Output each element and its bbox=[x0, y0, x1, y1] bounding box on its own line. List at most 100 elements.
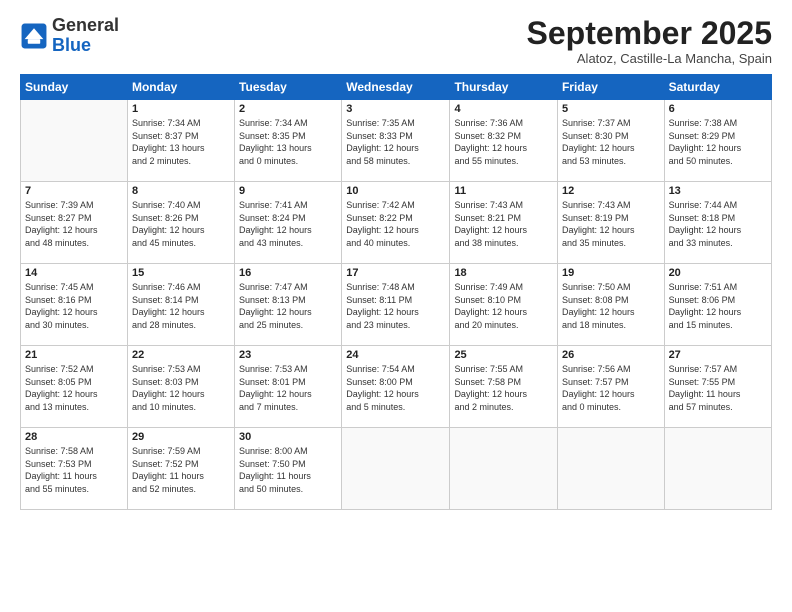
day-info: Sunrise: 7:53 AM Sunset: 8:03 PM Dayligh… bbox=[132, 363, 230, 413]
calendar-cell: 22 Sunrise: 7:53 AM Sunset: 8:03 PM Dayli… bbox=[127, 346, 234, 428]
day-number: 14 bbox=[25, 267, 123, 279]
day-info: Sunrise: 7:59 AM Sunset: 7:52 PM Dayligh… bbox=[132, 445, 230, 495]
calendar-cell: 27 Sunrise: 7:57 AM Sunset: 7:55 PM Dayli… bbox=[664, 346, 771, 428]
day-info: Sunrise: 7:46 AM Sunset: 8:14 PM Dayligh… bbox=[132, 281, 230, 331]
day-number: 4 bbox=[454, 103, 553, 115]
day-number: 30 bbox=[239, 431, 337, 443]
calendar-cell: 7 Sunrise: 7:39 AM Sunset: 8:27 PM Daylig… bbox=[21, 182, 128, 264]
day-number: 20 bbox=[669, 267, 767, 279]
day-info: Sunrise: 7:43 AM Sunset: 8:21 PM Dayligh… bbox=[454, 199, 553, 249]
day-number: 21 bbox=[25, 349, 123, 361]
day-number: 29 bbox=[132, 431, 230, 443]
day-number: 17 bbox=[346, 267, 445, 279]
day-info: Sunrise: 7:38 AM Sunset: 8:29 PM Dayligh… bbox=[669, 117, 767, 167]
calendar-cell: 19Sunrise: 7:50 AM Sunset: 8:08 PM Dayli… bbox=[557, 264, 664, 346]
day-number: 3 bbox=[346, 103, 445, 115]
day-number: 19 bbox=[562, 267, 660, 279]
day-info: Sunrise: 7:51 AM Sunset: 8:06 PM Dayligh… bbox=[669, 281, 767, 331]
calendar-cell: 8 Sunrise: 7:40 AM Sunset: 8:26 PM Daylig… bbox=[127, 182, 234, 264]
calendar-cell: 30 Sunrise: 8:00 AM Sunset: 7:50 PM Dayli… bbox=[235, 428, 342, 510]
calendar-week-row: 28 Sunrise: 7:58 AM Sunset: 7:53 PM Dayli… bbox=[21, 428, 772, 510]
calendar-cell: 11 Sunrise: 7:43 AM Sunset: 8:21 PM Dayli… bbox=[450, 182, 558, 264]
location: Alatoz, Castille-La Mancha, Spain bbox=[527, 51, 772, 66]
day-number: 10 bbox=[346, 185, 445, 197]
day-header: Wednesday bbox=[342, 75, 450, 100]
day-header: Sunday bbox=[21, 75, 128, 100]
day-info: Sunrise: 7:35 AM Sunset: 8:33 PM Dayligh… bbox=[346, 117, 445, 167]
day-info: Sunrise: 7:39 AM Sunset: 8:27 PM Dayligh… bbox=[25, 199, 123, 249]
day-number: 28 bbox=[25, 431, 123, 443]
calendar-cell: 9 Sunrise: 7:41 AM Sunset: 8:24 PM Daylig… bbox=[235, 182, 342, 264]
day-number: 6 bbox=[669, 103, 767, 115]
calendar-cell bbox=[664, 428, 771, 510]
day-number: 12 bbox=[562, 185, 660, 197]
calendar-cell: 2 Sunrise: 7:34 AM Sunset: 8:35 PM Daylig… bbox=[235, 100, 342, 182]
day-info: Sunrise: 7:40 AM Sunset: 8:26 PM Dayligh… bbox=[132, 199, 230, 249]
calendar-cell: 1 Sunrise: 7:34 AM Sunset: 8:37 PM Daylig… bbox=[127, 100, 234, 182]
day-info: Sunrise: 7:36 AM Sunset: 8:32 PM Dayligh… bbox=[454, 117, 553, 167]
logo-area: General Blue bbox=[20, 16, 119, 56]
day-info: Sunrise: 7:54 AM Sunset: 8:00 PM Dayligh… bbox=[346, 363, 445, 413]
day-info: Sunrise: 7:34 AM Sunset: 8:35 PM Dayligh… bbox=[239, 117, 337, 167]
day-info: Sunrise: 7:45 AM Sunset: 8:16 PM Dayligh… bbox=[25, 281, 123, 331]
calendar-cell: 28 Sunrise: 7:58 AM Sunset: 7:53 PM Dayli… bbox=[21, 428, 128, 510]
page: General Blue September 2025 Alatoz, Cast… bbox=[0, 0, 792, 612]
day-number: 2 bbox=[239, 103, 337, 115]
day-number: 11 bbox=[454, 185, 553, 197]
calendar-cell bbox=[450, 428, 558, 510]
day-header: Thursday bbox=[450, 75, 558, 100]
day-info: Sunrise: 7:52 AM Sunset: 8:05 PM Dayligh… bbox=[25, 363, 123, 413]
day-info: Sunrise: 7:34 AM Sunset: 8:37 PM Dayligh… bbox=[132, 117, 230, 167]
calendar-cell: 10 Sunrise: 7:42 AM Sunset: 8:22 PM Dayli… bbox=[342, 182, 450, 264]
calendar-week-row: 14 Sunrise: 7:45 AM Sunset: 8:16 PM Dayli… bbox=[21, 264, 772, 346]
day-number: 25 bbox=[454, 349, 553, 361]
calendar-cell: 4 Sunrise: 7:36 AM Sunset: 8:32 PM Daylig… bbox=[450, 100, 558, 182]
day-number: 13 bbox=[669, 185, 767, 197]
day-number: 16 bbox=[239, 267, 337, 279]
day-number: 7 bbox=[25, 185, 123, 197]
day-info: Sunrise: 7:58 AM Sunset: 7:53 PM Dayligh… bbox=[25, 445, 123, 495]
calendar-cell: 5Sunrise: 7:37 AM Sunset: 8:30 PM Daylig… bbox=[557, 100, 664, 182]
day-number: 18 bbox=[454, 267, 553, 279]
calendar-cell: 16Sunrise: 7:47 AM Sunset: 8:13 PM Dayli… bbox=[235, 264, 342, 346]
header: General Blue September 2025 Alatoz, Cast… bbox=[20, 16, 772, 66]
calendar-cell: 13 Sunrise: 7:44 AM Sunset: 8:18 PM Dayli… bbox=[664, 182, 771, 264]
calendar-week-row: 1 Sunrise: 7:34 AM Sunset: 8:37 PM Daylig… bbox=[21, 100, 772, 182]
calendar-cell: 25 Sunrise: 7:55 AM Sunset: 7:58 PM Dayli… bbox=[450, 346, 558, 428]
calendar-cell: 17Sunrise: 7:48 AM Sunset: 8:11 PM Dayli… bbox=[342, 264, 450, 346]
day-info: Sunrise: 7:44 AM Sunset: 8:18 PM Dayligh… bbox=[669, 199, 767, 249]
calendar-cell: 23Sunrise: 7:53 AM Sunset: 8:01 PM Dayli… bbox=[235, 346, 342, 428]
day-info: Sunrise: 8:00 AM Sunset: 7:50 PM Dayligh… bbox=[239, 445, 337, 495]
day-number: 5 bbox=[562, 103, 660, 115]
title-area: September 2025 Alatoz, Castille-La Manch… bbox=[527, 16, 772, 66]
calendar-week-row: 21 Sunrise: 7:52 AM Sunset: 8:05 PM Dayli… bbox=[21, 346, 772, 428]
calendar-cell: 21 Sunrise: 7:52 AM Sunset: 8:05 PM Dayli… bbox=[21, 346, 128, 428]
day-header: Friday bbox=[557, 75, 664, 100]
day-info: Sunrise: 7:55 AM Sunset: 7:58 PM Dayligh… bbox=[454, 363, 553, 413]
day-info: Sunrise: 7:42 AM Sunset: 8:22 PM Dayligh… bbox=[346, 199, 445, 249]
calendar-cell bbox=[21, 100, 128, 182]
day-number: 1 bbox=[132, 103, 230, 115]
month-title: September 2025 bbox=[527, 16, 772, 51]
day-number: 15 bbox=[132, 267, 230, 279]
calendar-cell: 29 Sunrise: 7:59 AM Sunset: 7:52 PM Dayli… bbox=[127, 428, 234, 510]
calendar-cell: 14 Sunrise: 7:45 AM Sunset: 8:16 PM Dayli… bbox=[21, 264, 128, 346]
calendar-cell: 20 Sunrise: 7:51 AM Sunset: 8:06 PM Dayli… bbox=[664, 264, 771, 346]
day-info: Sunrise: 7:56 AM Sunset: 7:57 PM Dayligh… bbox=[562, 363, 660, 413]
calendar: SundayMondayTuesdayWednesdayThursdayFrid… bbox=[20, 74, 772, 510]
day-info: Sunrise: 7:41 AM Sunset: 8:24 PM Dayligh… bbox=[239, 199, 337, 249]
day-number: 8 bbox=[132, 185, 230, 197]
day-number: 9 bbox=[239, 185, 337, 197]
day-info: Sunrise: 7:57 AM Sunset: 7:55 PM Dayligh… bbox=[669, 363, 767, 413]
day-number: 27 bbox=[669, 349, 767, 361]
day-header: Saturday bbox=[664, 75, 771, 100]
day-header: Tuesday bbox=[235, 75, 342, 100]
logo-text: General Blue bbox=[52, 16, 119, 56]
logo-icon bbox=[20, 22, 48, 50]
day-number: 22 bbox=[132, 349, 230, 361]
calendar-cell: 15 Sunrise: 7:46 AM Sunset: 8:14 PM Dayli… bbox=[127, 264, 234, 346]
calendar-cell: 6 Sunrise: 7:38 AM Sunset: 8:29 PM Daylig… bbox=[664, 100, 771, 182]
calendar-cell: 24Sunrise: 7:54 AM Sunset: 8:00 PM Dayli… bbox=[342, 346, 450, 428]
day-number: 26 bbox=[562, 349, 660, 361]
day-header: Monday bbox=[127, 75, 234, 100]
